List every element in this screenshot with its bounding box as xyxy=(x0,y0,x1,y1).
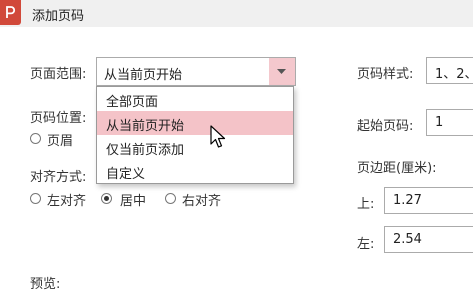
preview-label: 预览: xyxy=(30,277,61,292)
chevron-down-icon xyxy=(277,69,286,74)
margin-left-value: 2.54 xyxy=(393,232,422,247)
radio-align-right-label: 右对齐 xyxy=(182,194,222,209)
start-page-label: 起始页码: xyxy=(357,119,414,134)
radio-header-label: 页眉 xyxy=(47,134,74,149)
margin-left-input[interactable]: 2.54 xyxy=(384,226,473,253)
wps-pdf-logo-icon xyxy=(0,0,21,25)
option-all-pages[interactable]: 全部页面 xyxy=(97,87,293,111)
page-range-select[interactable]: 从当前页开始 xyxy=(96,57,296,86)
start-page-value: 1 xyxy=(435,115,444,130)
page-range-value: 从当前页开始 xyxy=(104,68,183,83)
margin-label: 页边距(厘米): xyxy=(357,161,437,176)
radio-align-center-label: 居中 xyxy=(120,194,147,209)
page-number-style-label: 页码样式: xyxy=(357,67,414,82)
radio-align-left-label: 左对齐 xyxy=(47,194,87,209)
radio-header[interactable] xyxy=(30,133,41,144)
title-bar: 添加页码 xyxy=(0,0,473,27)
margin-left-label: 左: xyxy=(357,237,375,252)
margin-top-value: 1.27 xyxy=(393,193,422,208)
dropdown-button[interactable] xyxy=(269,58,295,85)
start-page-input[interactable]: 1 xyxy=(426,109,473,136)
margin-top-label: 上: xyxy=(357,197,375,212)
radio-align-left[interactable] xyxy=(30,193,41,204)
radio-align-center[interactable] xyxy=(101,193,112,204)
page-number-style-select[interactable]: 1、2、 xyxy=(426,57,473,84)
mouse-cursor-icon xyxy=(210,125,226,153)
option-all-pages-label: 全部页面 xyxy=(106,95,159,110)
option-custom[interactable]: 自定义 xyxy=(97,159,293,183)
option-from-current-page-label: 从当前页开始 xyxy=(106,119,185,134)
page-number-style-value: 1、2、 xyxy=(435,67,473,82)
radio-align-right[interactable] xyxy=(165,193,176,204)
page-range-dropdown: 全部页面 从当前页开始 仅当前页添加 自定义 xyxy=(96,86,294,184)
option-custom-label: 自定义 xyxy=(106,167,146,182)
page-number-position-label: 页码位置: xyxy=(30,111,87,126)
window-title: 添加页码 xyxy=(32,9,85,24)
margin-top-input[interactable]: 1.27 xyxy=(384,187,473,214)
page-range-label: 页面范围: xyxy=(30,67,87,82)
option-current-page-only-label: 仅当前页添加 xyxy=(106,143,185,158)
option-from-current-page[interactable]: 从当前页开始 xyxy=(97,111,293,135)
option-current-page-only[interactable]: 仅当前页添加 xyxy=(97,135,293,159)
alignment-label: 对齐方式: xyxy=(30,170,87,185)
